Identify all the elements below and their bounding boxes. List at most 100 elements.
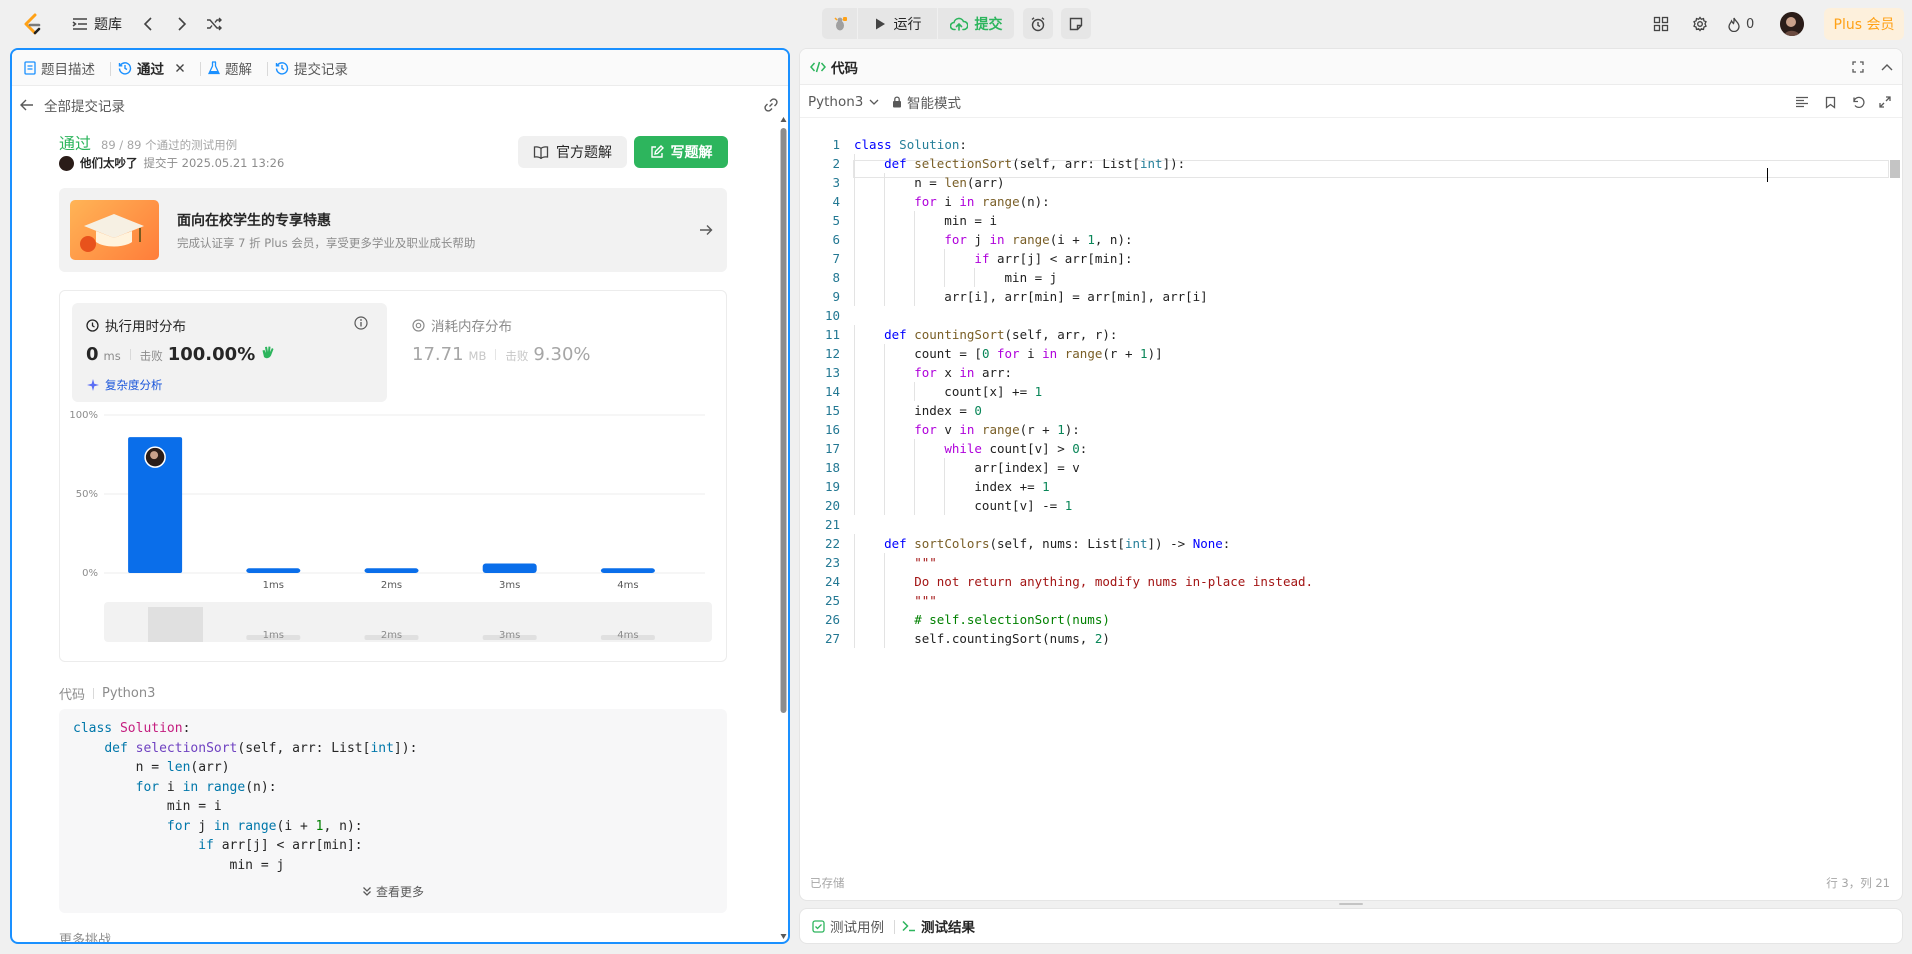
indent-guide: [854, 344, 855, 363]
code-line[interactable]: def sortColors(self, nums: List[int]) ->…: [854, 536, 1230, 551]
leetcode-logo-icon[interactable]: [18, 10, 46, 38]
align-left-icon: [1796, 96, 1808, 108]
tab-testcases[interactable]: 测试用例: [812, 909, 884, 943]
submitted-code-line: for j in range(i + 1, n):: [166, 818, 363, 834]
x-tick-label: 4ms: [617, 580, 638, 591]
submit-button[interactable]: 提交: [938, 8, 1014, 39]
language-select[interactable]: Python3: [808, 86, 879, 118]
tab-solutions[interactable]: 题解: [208, 50, 252, 86]
graduation-cap-icon: [70, 200, 159, 260]
runtime-unit: ms: [103, 349, 121, 363]
code-line[interactable]: n = len(arr): [854, 175, 1004, 190]
view-more-button[interactable]: 查看更多: [59, 869, 727, 913]
code-line[interactable]: while count[v] > 0:: [854, 441, 1087, 456]
expand-editor-button[interactable]: [1876, 93, 1894, 111]
line-number: 3: [832, 175, 840, 190]
line-number: 20: [824, 498, 840, 513]
left-scrollbar[interactable]: [779, 114, 788, 942]
code-line[interactable]: count[x] += 1: [854, 384, 1042, 399]
author-avatar[interactable]: [59, 155, 74, 171]
indent-guide: [854, 401, 855, 420]
tab-description[interactable]: 题目描述: [24, 50, 95, 86]
code-line[interactable]: # self.selectionSort(nums): [854, 612, 1110, 627]
navigator-window: [148, 607, 203, 642]
code-line[interactable]: index = 0: [854, 403, 982, 418]
promo-banner[interactable]: 面向在校学生的专享特惠 完成认证享 7 折 Plus 会员，享受更多学业及职业成…: [59, 188, 727, 272]
runtime-distribution-chart[interactable]: 100% 50% 0% 1ms 2ms 3ms 4ms 1ms 2ms 3ms 4ms: [60, 409, 726, 661]
timer-button[interactable]: [1023, 8, 1053, 39]
back-to-submissions[interactable]: 全部提交记录: [20, 94, 125, 116]
code-line[interactable]: for j in range(i + 1, n):: [854, 232, 1132, 247]
indent-guide: [854, 382, 855, 401]
author-name[interactable]: 他们太吵了: [80, 155, 138, 171]
format-button[interactable]: [1793, 93, 1811, 111]
close-icon[interactable]: [175, 63, 185, 73]
info-icon[interactable]: [354, 316, 368, 330]
indent-guide: [944, 496, 945, 515]
memory-title: 消耗内存分布: [431, 319, 512, 335]
code-line[interactable]: arr[index] = v: [854, 460, 1079, 475]
official-solution-button[interactable]: 官方题解: [518, 136, 627, 168]
write-solution-button[interactable]: 写题解: [634, 136, 728, 168]
code-line[interactable]: count[v] -= 1: [854, 498, 1072, 513]
indent-guide: [944, 477, 945, 496]
code-editor[interactable]: 1 class Solution: 2 def selectionSort(self…: [800, 123, 1890, 743]
code-line[interactable]: self.countingSort(nums, 2): [854, 631, 1110, 646]
prev-problem-button[interactable]: [136, 12, 160, 36]
indent-guide: [884, 268, 885, 287]
code-line[interactable]: if arr[j] < arr[min]:: [854, 251, 1132, 266]
code-line[interactable]: """: [854, 555, 937, 570]
code-line[interactable]: for v in range(r + 1):: [854, 422, 1080, 437]
plus-membership-button[interactable]: Plus 会员: [1824, 8, 1904, 40]
code-line[interactable]: for x in arr:: [854, 365, 1012, 380]
runtime-box[interactable]: 执行用时分布 0 ms 击败 100.00% 复杂度分析: [72, 303, 387, 402]
code-line[interactable]: min = i: [854, 213, 997, 228]
indent-guide: [914, 211, 915, 230]
chevron-left-icon: [143, 17, 152, 31]
streak-button[interactable]: 0: [1728, 12, 1754, 36]
complexity-analysis-link[interactable]: 复杂度分析: [86, 377, 163, 393]
layout-button[interactable]: [1649, 12, 1673, 36]
smart-mode-toggle[interactable]: 智能模式: [892, 86, 961, 118]
reset-code-button[interactable]: [1849, 93, 1867, 111]
code-line[interactable]: Do not return anything, modify nums in-p…: [854, 574, 1313, 589]
smart-mode-label: 智能模式: [907, 96, 961, 112]
submitted-code-line: for i in range(n):: [135, 779, 277, 795]
code-line[interactable]: def selectionSort(self, arr: List[int]):: [854, 156, 1185, 171]
promo-title: 面向在校学生的专享特惠: [177, 213, 331, 229]
indent-guide: [854, 420, 855, 439]
editor-toolbar: Python3 智能模式: [800, 86, 1902, 118]
run-button[interactable]: 运行: [858, 8, 937, 39]
chart-bar: [246, 568, 301, 573]
submitted-code-block: class Solution: def selectionSort(self, …: [59, 709, 727, 913]
text-cursor: [1767, 168, 1768, 182]
line-number: 10: [824, 308, 840, 323]
settings-button[interactable]: [1688, 12, 1712, 36]
tab-code[interactable]: 代码: [810, 49, 858, 85]
code-line[interactable]: class Solution:: [854, 137, 967, 152]
left-tab-bar: 题目描述 通过 题解 提交记录: [12, 50, 788, 86]
problem-bank-button[interactable]: 题库: [66, 11, 128, 37]
debug-button[interactable]: [822, 8, 857, 39]
code-line[interactable]: arr[i], arr[min] = arr[min], arr[i]: [854, 289, 1207, 304]
fullscreen-button[interactable]: [1849, 58, 1867, 76]
notes-button[interactable]: [1061, 8, 1091, 39]
code-line[interactable]: """: [854, 593, 937, 608]
code-line[interactable]: def countingSort(self, arr, r):: [854, 327, 1117, 342]
tab-test-results[interactable]: 测试结果: [902, 909, 975, 943]
memory-box[interactable]: 消耗内存分布 17.71 MB 击败 9.30%: [398, 303, 713, 402]
tab-submissions[interactable]: 提交记录: [275, 50, 348, 86]
share-link-button[interactable]: [760, 94, 782, 116]
bookmark-button[interactable]: [1821, 93, 1839, 111]
resize-handle[interactable]: [1339, 903, 1363, 905]
line-number: 1: [832, 137, 840, 152]
next-problem-button[interactable]: [170, 12, 194, 36]
official-solution-label: 官方题解: [556, 145, 612, 161]
avatar[interactable]: [1780, 12, 1804, 36]
random-problem-button[interactable]: [202, 12, 226, 36]
chart-bar: [600, 568, 655, 573]
tab-accepted[interactable]: 通过: [118, 50, 185, 86]
code-line[interactable]: count = [0 for i in range(r + 1)]: [854, 346, 1162, 361]
bottom-panel: 测试用例 测试结果: [799, 908, 1903, 944]
collapse-panel-button[interactable]: [1878, 58, 1896, 76]
